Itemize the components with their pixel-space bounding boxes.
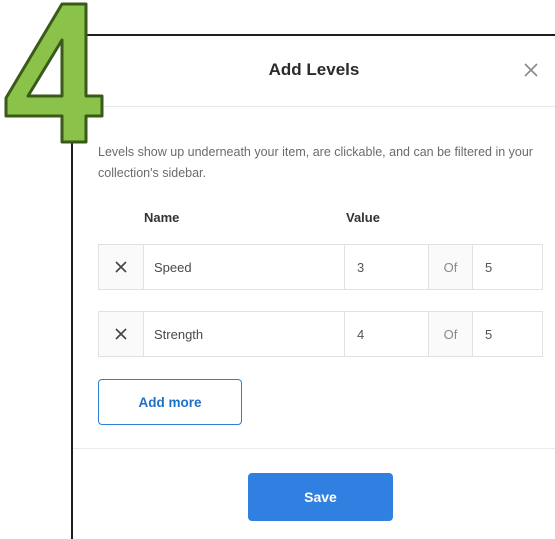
column-header-value: Value [346, 210, 380, 225]
level-max-input[interactable]: 5 [472, 244, 543, 290]
level-row: Speed 3 Of 5 [98, 244, 543, 292]
close-icon [115, 261, 127, 273]
column-header-name: Name [144, 210, 180, 225]
add-more-button[interactable]: Add more [98, 379, 242, 425]
level-row: Strength 4 Of 5 [98, 311, 543, 359]
modal-title: Add Levels [268, 60, 360, 79]
level-of-label: Of [428, 244, 472, 290]
close-icon[interactable] [523, 62, 539, 78]
add-levels-modal: Add Levels Levels show up underneath you… [71, 34, 555, 539]
modal-description: Levels show up underneath your item, are… [98, 145, 533, 180]
save-button[interactable]: Save [248, 473, 393, 521]
level-max-input[interactable]: 5 [472, 311, 543, 357]
remove-level-button[interactable] [98, 311, 143, 357]
remove-level-button[interactable] [98, 244, 143, 290]
level-value-input[interactable]: 3 [344, 244, 428, 290]
modal-header: Add Levels [73, 36, 555, 107]
step-number-badge [4, 2, 104, 144]
footer-divider [73, 448, 555, 449]
level-name-input[interactable]: Strength [143, 311, 344, 357]
level-of-label: Of [428, 311, 472, 357]
level-name-input[interactable]: Speed [143, 244, 344, 290]
level-value-input[interactable]: 4 [344, 311, 428, 357]
close-icon [115, 328, 127, 340]
